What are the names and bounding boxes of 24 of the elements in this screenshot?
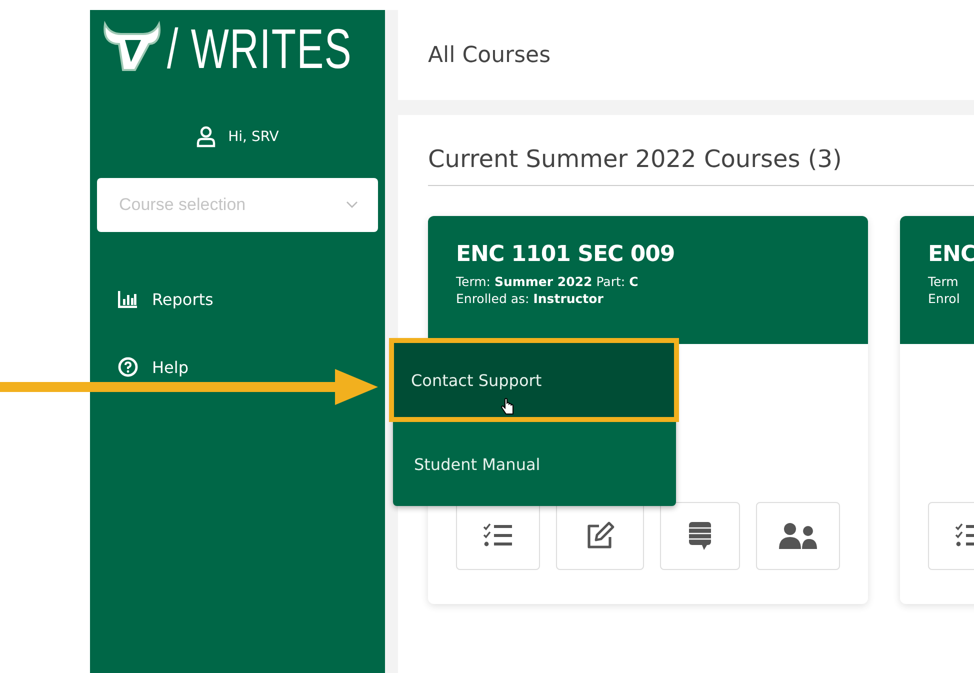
course-role: Enrolled as: Instructor [456,290,604,307]
bar-chart-icon [118,290,138,308]
users-icon [778,522,818,550]
hand-cursor-icon [501,398,515,416]
user-greeting: Hi, SRV [228,129,279,145]
action-button[interactable] [660,502,740,570]
menu-item[interactable]: Student Manual [393,422,676,506]
help-icon [118,357,138,377]
logo-text: / WRITES [167,21,352,77]
action-button[interactable] [756,502,840,570]
comment-lines-icon [688,521,712,551]
edit-icon [585,521,615,551]
chevron-down-icon [346,201,358,209]
course-term: Term [928,273,960,290]
nav-link[interactable]: Help [152,358,188,376]
course-title[interactable]: ENC 1101 SEC 009 [456,242,868,267]
course-term: Term: Summer 2022 Part: C [456,273,640,290]
checklist-icon [483,523,513,549]
menu-item[interactable]: Contact Support [389,338,679,422]
section-title: Current Summer 2022 Courses (3) [428,145,974,186]
user-icon [196,126,216,148]
page-title: All Courses [428,42,551,68]
course-role: Enrol [928,290,961,307]
nav-link[interactable]: Reports [152,290,214,308]
